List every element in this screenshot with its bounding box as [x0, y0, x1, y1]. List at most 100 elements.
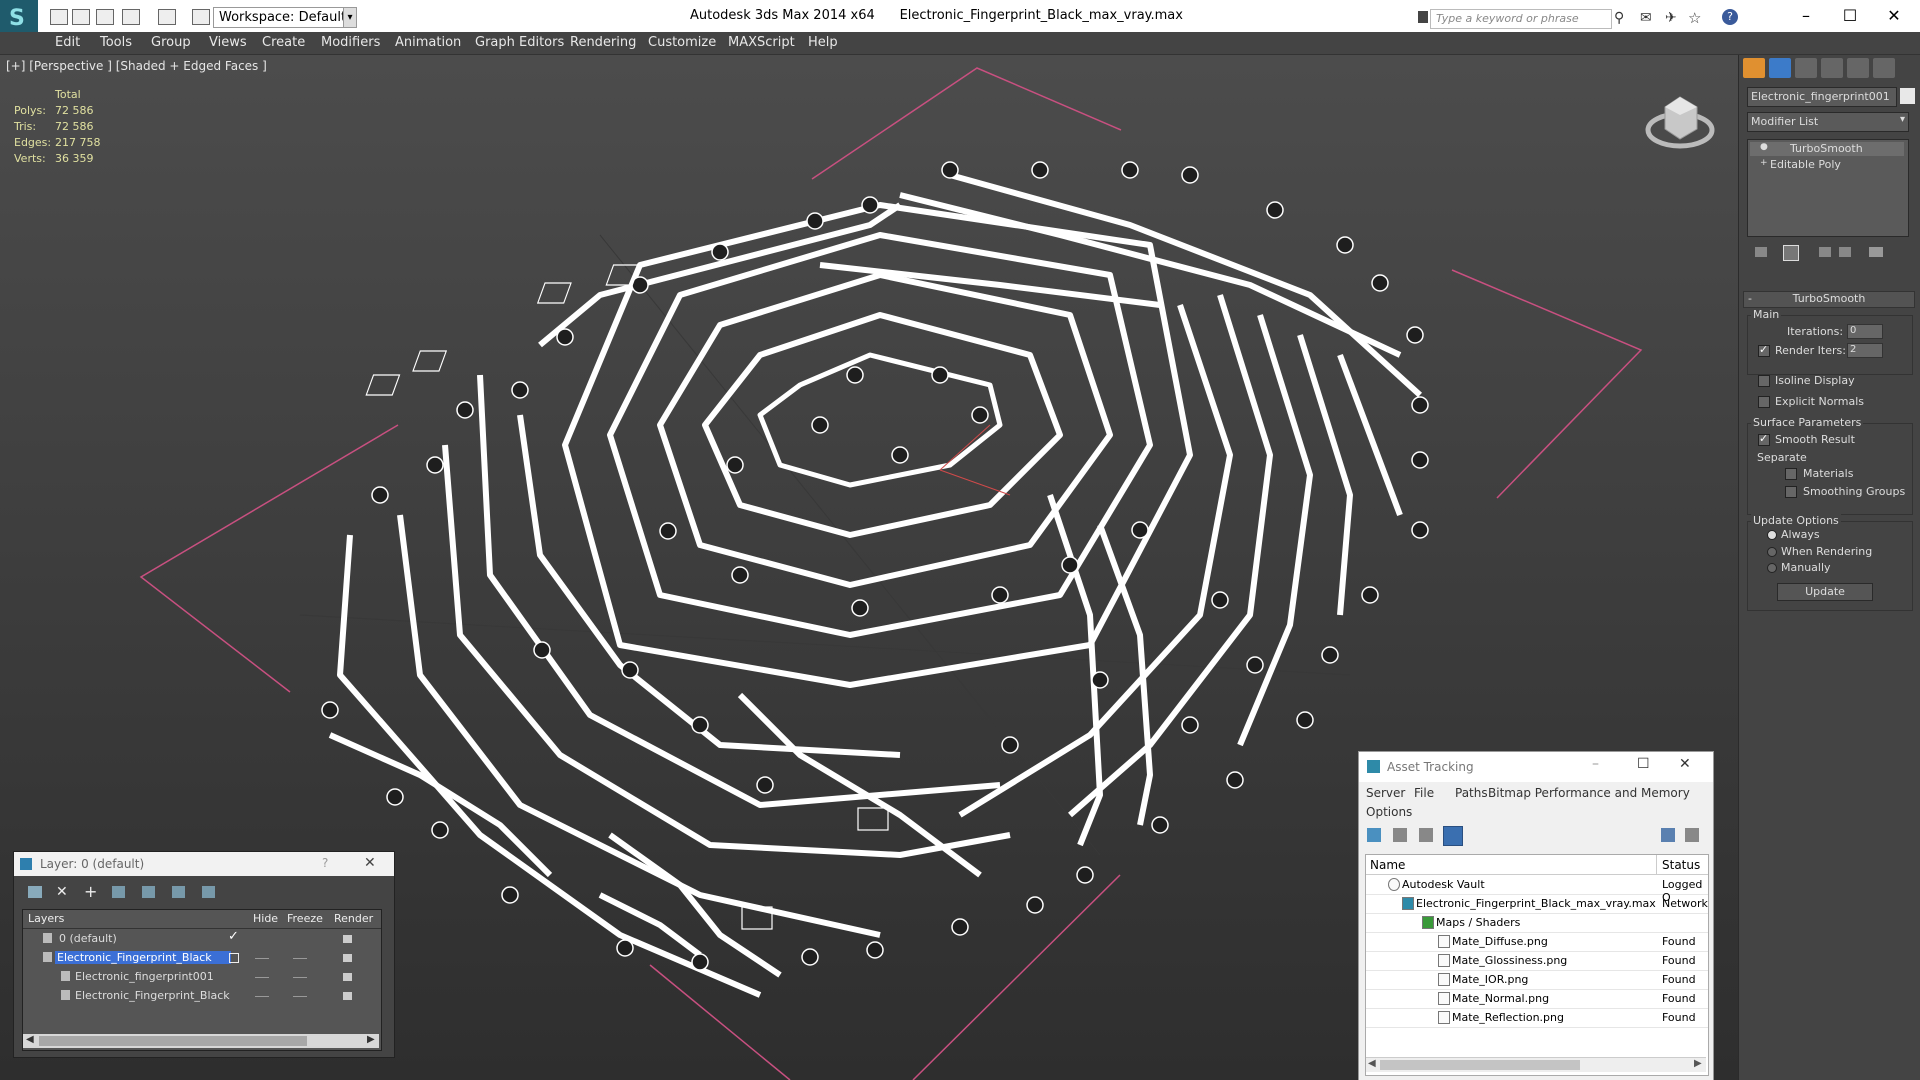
freeze-all-icon[interactable] [202, 886, 215, 898]
save-file-icon[interactable] [96, 9, 114, 25]
menu-tools[interactable]: Tools [100, 35, 132, 50]
render-teapot-icon[interactable] [343, 954, 352, 962]
maximize-button[interactable]: ☐ [1637, 756, 1650, 772]
asset-row[interactable]: Electronic_Fingerprint_Black_max_vray.ma… [1366, 894, 1708, 914]
table-view-icon[interactable] [1419, 828, 1433, 842]
render-iters-checkbox[interactable] [1758, 343, 1770, 357]
materials-checkbox[interactable] [1785, 468, 1797, 480]
minimize-button[interactable]: – [1592, 756, 1599, 772]
horizontal-scrollbar[interactable]: ◀ ▶ [1366, 1057, 1706, 1072]
hierarchy-tab-icon[interactable] [1795, 58, 1817, 78]
scrollbar-thumb[interactable] [39, 1036, 307, 1046]
set-current-box-icon[interactable] [229, 953, 239, 963]
menu-file[interactable]: File [1414, 786, 1434, 800]
viewcube-icon[interactable] [1645, 85, 1715, 155]
isoline-display-checkbox[interactable] [1758, 375, 1770, 387]
remove-modifier-icon[interactable] [1839, 247, 1851, 257]
column-name[interactable]: Name [1370, 858, 1405, 872]
column-status[interactable]: Status [1662, 858, 1700, 872]
lightbulb-icon[interactable]: ● [1760, 142, 1768, 152]
render-teapot-icon[interactable] [343, 935, 352, 943]
exchange-icon[interactable]: ✈ [1665, 10, 1681, 26]
open-file-icon[interactable] [72, 9, 90, 25]
delete-layer-icon[interactable]: ✕ [56, 884, 68, 900]
close-icon[interactable]: ✕ [364, 855, 376, 871]
freeze-toggle[interactable] [293, 977, 307, 978]
iterations-spinner[interactable]: 0 [1847, 324, 1883, 339]
asset-row[interactable]: Mate_Diffuse.png Found [1366, 932, 1708, 952]
asset-row[interactable]: Mate_Reflection.png Found [1366, 1008, 1708, 1028]
pin-stack-icon[interactable] [1755, 247, 1767, 257]
layer-dialog-titlebar[interactable]: Layer: 0 (default) ? ✕ [14, 852, 394, 876]
communication-icon[interactable]: ✉ [1640, 10, 1656, 26]
scroll-left-icon[interactable]: ◀ [26, 1034, 34, 1045]
menu-maxscript[interactable]: MAXScript [728, 35, 795, 50]
menu-graph-editors[interactable]: Graph Editors [475, 35, 564, 50]
asset-row[interactable]: Maps / Shaders [1366, 913, 1708, 933]
maximize-button[interactable]: ☐ [1830, 4, 1870, 28]
new-file-icon[interactable] [50, 9, 68, 25]
explicit-normals-checkbox[interactable] [1758, 396, 1770, 408]
menu-views[interactable]: Views [209, 35, 247, 50]
asset-row[interactable]: Autodesk Vault Logged O [1366, 875, 1708, 904]
binoculars-icon[interactable]: ⚲ [1614, 10, 1630, 26]
layer-row[interactable]: Electronic_Fingerprint_Black [25, 950, 377, 967]
scroll-right-icon[interactable]: ▶ [367, 1034, 375, 1045]
freeze-toggle[interactable] [293, 958, 307, 959]
hide-toggle[interactable] [255, 996, 269, 997]
smooth-result-checkbox[interactable] [1758, 432, 1770, 446]
utilities-tab-icon[interactable] [1873, 58, 1895, 78]
menu-customize[interactable]: Customize [648, 35, 716, 50]
column-render[interactable]: Render [334, 912, 373, 925]
layer-row[interactable]: Electronic_fingerprint001 [25, 969, 377, 986]
grid-view-icon[interactable] [1443, 826, 1463, 846]
horizontal-scrollbar[interactable]: ◀ ▶ [23, 1034, 379, 1048]
menu-create[interactable]: Create [262, 35, 305, 50]
scrollbar-thumb[interactable] [1380, 1060, 1580, 1070]
layer-row[interactable]: 0 (default) ✓ [25, 929, 377, 948]
hide-toggle[interactable] [255, 977, 269, 978]
object-name-field[interactable]: Electronic_fingerprint001 [1747, 87, 1897, 107]
configure-sets-icon[interactable] [1869, 247, 1883, 257]
menu-group[interactable]: Group [151, 35, 191, 50]
menu-paths[interactable]: Paths [1455, 786, 1488, 800]
display-tab-icon[interactable] [1847, 58, 1869, 78]
undo-icon[interactable] [122, 9, 140, 25]
menu-edit[interactable]: Edit [55, 35, 80, 50]
menu-bitmap-performance[interactable]: Bitmap Performance and Memory [1488, 786, 1690, 800]
update-button[interactable]: Update [1777, 583, 1873, 601]
help-icon[interactable]: ? [322, 856, 328, 870]
menu-animation[interactable]: Animation [395, 35, 461, 50]
search-input[interactable]: Type a keyword or phrase [1430, 9, 1612, 29]
hide-toggle[interactable] [255, 958, 269, 959]
object-color-swatch[interactable] [1900, 88, 1915, 104]
make-unique-icon[interactable] [1819, 247, 1831, 257]
manually-radio[interactable] [1767, 563, 1777, 573]
context-help-icon[interactable] [1685, 828, 1699, 842]
modifier-list-dropdown[interactable]: Modifier List ▾ [1747, 112, 1909, 132]
list-view-icon[interactable] [1393, 828, 1407, 842]
show-end-result-icon[interactable] [1783, 245, 1799, 261]
close-button[interactable]: ✕ [1874, 4, 1914, 28]
when-rendering-radio[interactable] [1767, 547, 1777, 557]
favorites-star-icon[interactable]: ☆ [1688, 9, 1704, 27]
help-icon[interactable]: ? [1722, 9, 1738, 25]
highlight-selected-icon[interactable] [142, 886, 155, 898]
help-icon[interactable] [1661, 828, 1675, 842]
asset-tracking-titlebar[interactable]: Asset Tracking – ☐ ✕ [1359, 752, 1713, 782]
menu-help[interactable]: Help [808, 35, 838, 50]
turbosmooth-rollout-header[interactable]: - TurboSmooth [1743, 291, 1915, 308]
select-objects-icon[interactable] [112, 886, 125, 898]
add-to-layer-icon[interactable]: + [84, 882, 97, 901]
stack-item-editable-poly[interactable]: + Editable Poly [1750, 158, 1904, 172]
minimize-button[interactable]: – [1786, 4, 1826, 28]
chevron-down-icon[interactable]: ▾ [343, 7, 357, 28]
motion-tab-icon[interactable] [1821, 58, 1843, 78]
expand-icon[interactable]: + [1760, 158, 1768, 168]
scroll-right-icon[interactable]: ▶ [1694, 1058, 1702, 1069]
always-radio[interactable] [1767, 530, 1777, 540]
scroll-left-icon[interactable]: ◀ [1368, 1058, 1376, 1069]
project-folder-icon[interactable] [192, 9, 210, 25]
close-button[interactable]: ✕ [1679, 756, 1691, 772]
menu-modifiers[interactable]: Modifiers [321, 35, 380, 50]
